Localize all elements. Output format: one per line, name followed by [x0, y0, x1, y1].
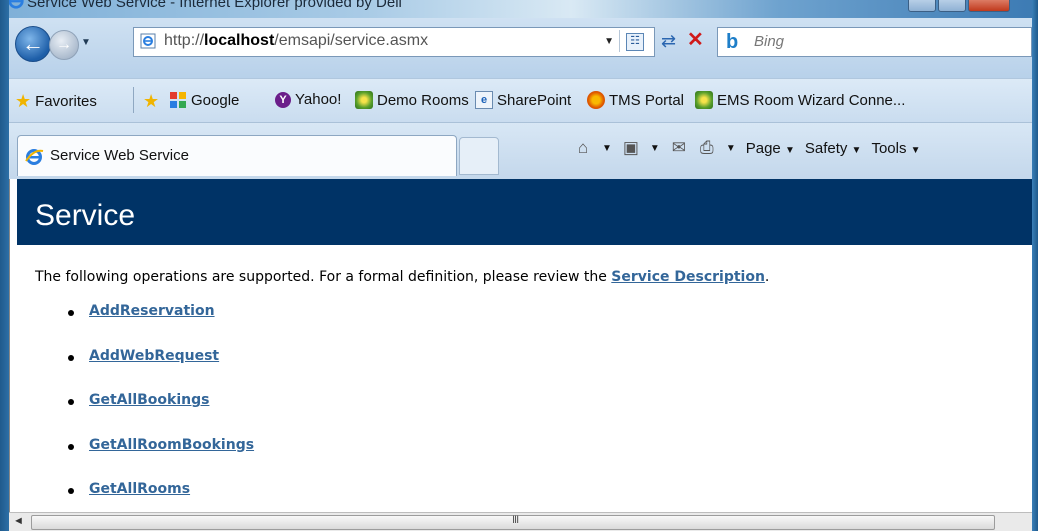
page-icon — [140, 33, 156, 49]
operation-link-getallrooms[interactable]: GetAllRooms — [89, 481, 190, 497]
page-content: Service The following operations are sup… — [17, 179, 1032, 513]
safety-menu[interactable]: Safety ▼ — [805, 140, 862, 157]
intro-text: The following operations are supported. … — [35, 269, 770, 285]
operation-link-getallbookings[interactable]: GetAllBookings — [89, 392, 209, 408]
tools-menu[interactable]: Tools ▼ — [871, 140, 920, 157]
list-item: GetAllRooms — [65, 481, 254, 513]
heading-band: Service — [17, 179, 1032, 245]
favorite-link-yahoo[interactable]: Y Yahoo! — [275, 91, 341, 108]
tab-bar: Service Web Service ⌂ ▼ ▣ ▼ ✉ ⎙ ▼ Page ▼… — [9, 122, 1032, 180]
favorite-link-demo-rooms[interactable]: Demo Rooms — [355, 91, 469, 109]
sharepoint-icon: e — [475, 91, 493, 109]
list-item: AddReservation — [65, 303, 254, 348]
minimize-button[interactable] — [908, 0, 936, 12]
tab-service-web-service[interactable]: Service Web Service — [17, 135, 457, 176]
print-icon[interactable]: ⎙ — [698, 139, 716, 157]
operation-link-addwebrequest[interactable]: AddWebRequest — [89, 348, 219, 364]
operation-link-addreservation[interactable]: AddReservation — [89, 303, 215, 319]
horizontal-scrollbar[interactable]: ◄ III — [9, 512, 1032, 531]
window-frame-left — [0, 0, 9, 531]
operation-link-getallroombookings[interactable]: GetAllRoomBookings — [89, 437, 254, 453]
close-window-button[interactable] — [968, 0, 1010, 12]
list-item: AddWebRequest — [65, 348, 254, 393]
feeds-icon[interactable]: ▣ — [622, 139, 640, 157]
favorite-link-sharepoint[interactable]: e SharePoint — [475, 91, 571, 109]
refresh-icon[interactable]: ⇄ — [661, 31, 681, 51]
list-item: GetAllRoomBookings — [65, 437, 254, 482]
favorite-link-ems-room-wizard[interactable]: EMS Room Wizard Conne... — [695, 91, 905, 109]
address-bar[interactable]: http://localhost/emsapi/service.asmx ▼ ☷ — [133, 27, 655, 57]
mail-icon[interactable]: ✉ — [670, 139, 688, 157]
add-to-favorites-button[interactable]: ★ — [143, 91, 159, 112]
ems-wizard-icon — [695, 91, 713, 109]
back-button[interactable]: ← — [15, 26, 51, 62]
ie-tab-icon — [25, 149, 44, 165]
google-icon — [170, 92, 186, 108]
command-bar: ⌂ ▼ ▣ ▼ ✉ ⎙ ▼ Page ▼ Safety ▼ Tools ▼ — [574, 139, 921, 157]
new-tab-button[interactable] — [459, 137, 499, 175]
favorites-button[interactable]: ★ Favorites — [15, 91, 97, 112]
address-dropdown-icon[interactable]: ▼ — [604, 36, 614, 47]
search-box[interactable]: b Bing — [717, 27, 1032, 57]
star-icon: ★ — [15, 91, 32, 111]
page-title: Service — [35, 199, 136, 232]
favorite-link-tms-portal[interactable]: TMS Portal — [587, 91, 684, 109]
recent-pages-dropdown-icon[interactable]: ▼ — [81, 37, 91, 48]
window-title: Service Web Service - Internet Explorer … — [27, 0, 402, 11]
ems-icon — [355, 91, 373, 109]
ie-logo-icon — [9, 0, 24, 9]
window-controls — [908, 0, 1010, 12]
navigation-bar: ← → ▼ http://localhost/emsapi/service.as… — [9, 18, 1032, 78]
title-bar[interactable]: Service Web Service - Internet Explorer … — [9, 0, 1032, 18]
home-icon[interactable]: ⌂ — [574, 139, 592, 157]
operations-list: AddReservation AddWebRequest GetAllBooki… — [65, 303, 254, 513]
list-item: GetAllBookings — [65, 392, 254, 437]
tms-icon — [587, 91, 605, 109]
search-placeholder: Bing — [754, 33, 785, 50]
window-frame-right — [1032, 0, 1038, 531]
scroll-left-icon[interactable]: ◄ — [13, 515, 24, 527]
bing-icon: b — [726, 31, 739, 53]
scroll-grip-icon: III — [512, 514, 519, 526]
page-menu[interactable]: Page ▼ — [746, 140, 795, 157]
favorite-link-google[interactable]: Google — [169, 91, 239, 109]
maximize-button[interactable] — [938, 0, 966, 12]
scrollbar-thumb[interactable]: III — [31, 514, 995, 530]
home-dropdown-icon[interactable]: ▼ — [602, 143, 612, 154]
favorites-separator — [133, 87, 134, 113]
yahoo-icon: Y — [275, 91, 291, 108]
service-description-link[interactable]: Service Description — [611, 269, 765, 285]
add-favorite-star-icon: ★ — [143, 91, 160, 111]
stop-icon[interactable]: ✕ — [687, 30, 707, 50]
favorites-bar: ★ Favorites ★ Google Y Yahoo! Demo Rooms… — [9, 78, 1032, 123]
print-dropdown-icon[interactable]: ▼ — [726, 143, 736, 154]
url-text[interactable]: http://localhost/emsapi/service.asmx — [164, 32, 428, 50]
forward-button[interactable]: → — [49, 30, 79, 60]
feeds-dropdown-icon[interactable]: ▼ — [650, 143, 660, 154]
compatibility-view-icon[interactable]: ☷ — [626, 33, 644, 51]
address-separator — [619, 30, 620, 52]
